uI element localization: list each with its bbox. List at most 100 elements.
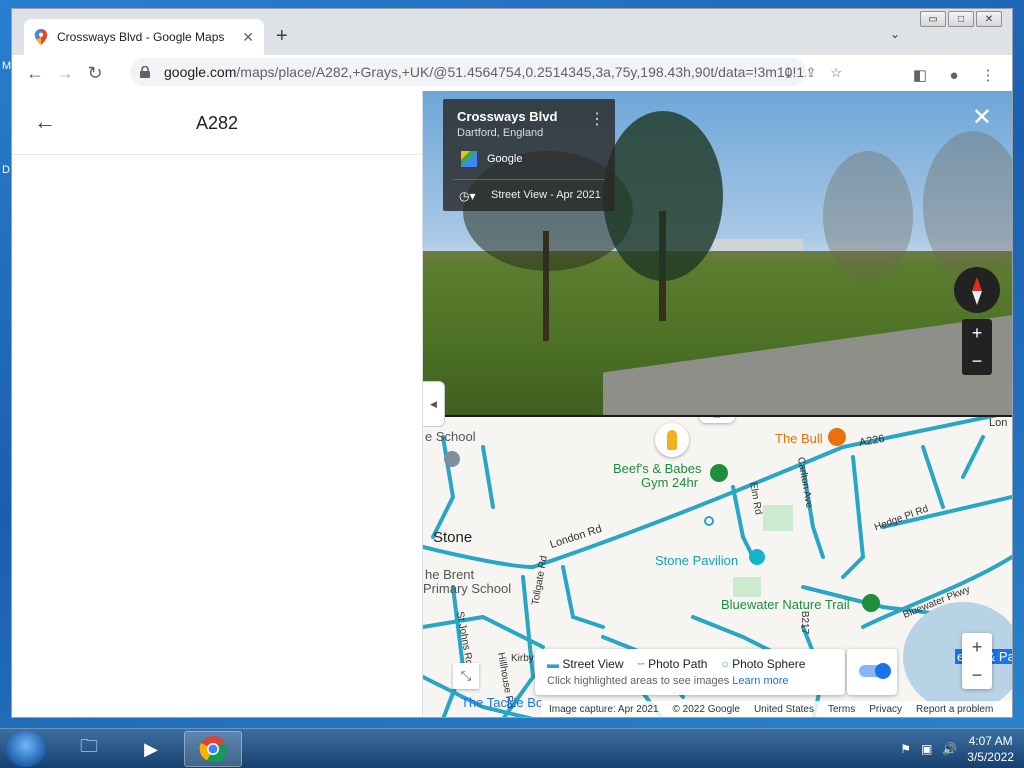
photo-sphere-marker[interactable] bbox=[704, 516, 714, 526]
history-clock-icon[interactable]: ◷▾ bbox=[459, 189, 476, 203]
new-tab-button[interactable]: + bbox=[276, 25, 288, 48]
reload-icon[interactable]: ↻ bbox=[80, 58, 110, 88]
map-label-the-bull[interactable]: The Bull bbox=[775, 431, 823, 446]
chrome-icon bbox=[199, 736, 227, 763]
street-view-panel[interactable]: Crossways Blvd Dartford, England ⋮ Googl… bbox=[423, 91, 1012, 415]
forward-arrow-icon[interactable]: → bbox=[50, 58, 80, 88]
desktop-icon-label[interactable]: D bbox=[2, 164, 10, 176]
profile-avatar-icon[interactable]: ● bbox=[942, 60, 966, 90]
map-label-lon: Lon bbox=[989, 417, 1008, 429]
maximize-button[interactable]: □ bbox=[948, 11, 974, 27]
legend-label: Photo Sphere bbox=[732, 657, 806, 671]
map-label-stone-pavilion[interactable]: Stone Pavilion bbox=[655, 553, 738, 568]
learn-more-link[interactable]: Learn more bbox=[732, 675, 788, 687]
zoom-in-button[interactable]: + bbox=[962, 633, 992, 661]
footer-report-link[interactable]: Report a problem bbox=[916, 704, 993, 715]
street-view-layer-toggle[interactable] bbox=[859, 663, 891, 679]
tree bbox=[923, 131, 1012, 281]
footer-terms-link[interactable]: Terms bbox=[828, 704, 855, 715]
trail-pin-icon[interactable] bbox=[862, 594, 880, 612]
compass-icon[interactable] bbox=[954, 267, 1000, 313]
back-arrow-icon[interactable]: ← bbox=[20, 58, 50, 88]
media-player-icon[interactable]: ▶ bbox=[122, 731, 180, 767]
pegman-icon[interactable] bbox=[655, 423, 689, 457]
tree bbox=[603, 111, 723, 281]
clock-time: 4:07 AM bbox=[968, 734, 1013, 748]
place-location: Dartford, England bbox=[457, 127, 544, 139]
url-text: google.com/maps/place/A282,+Grays,+UK/@5… bbox=[164, 64, 806, 80]
minimize-button[interactable]: ▭ bbox=[920, 11, 946, 27]
map-label-primary-school[interactable]: Primary School bbox=[423, 581, 511, 596]
tab-search-chevron-icon[interactable]: ⌄ bbox=[890, 27, 900, 41]
road bbox=[921, 445, 945, 509]
circle-swatch: ○ bbox=[721, 657, 729, 671]
bar-pin-icon[interactable] bbox=[828, 428, 846, 446]
tab-close-icon[interactable]: ✕ bbox=[242, 29, 254, 46]
map-panel[interactable]: ═ e School The Bull A226 Lon Beef's & Ba… bbox=[423, 415, 1012, 717]
road bbox=[423, 614, 545, 649]
gym-pin-icon[interactable] bbox=[710, 464, 728, 482]
map-label-bluewater-trail[interactable]: Bluewater Nature Trail bbox=[721, 597, 850, 612]
legend-items: ▬ Street View ╌ Photo Path ○ Photo Spher… bbox=[547, 657, 805, 671]
collapse-map-icon[interactable]: ⤡ bbox=[453, 663, 479, 689]
legend-label: Street View bbox=[562, 657, 624, 671]
street-view-toggle-box bbox=[847, 649, 897, 695]
road bbox=[481, 445, 495, 509]
share-icon[interactable]: ⇪ bbox=[805, 65, 816, 81]
address-bar[interactable]: google.com/maps/place/A282,+Grays,+UK/@5… bbox=[130, 58, 806, 86]
place-panel-header: ← A282 bbox=[12, 91, 422, 155]
map-label-brent[interactable]: he Brent bbox=[425, 567, 474, 582]
street-view-zoom-control: + − bbox=[962, 319, 992, 375]
more-options-icon[interactable]: ⋮ bbox=[589, 109, 605, 129]
map-zoom-control: + − bbox=[962, 633, 992, 689]
browser-window: Crossways Blvd - Google Maps ✕ + ⌄ ▭ □ ✕… bbox=[11, 8, 1013, 718]
maps-pin-icon bbox=[34, 29, 48, 45]
toolbar-right: ◧ ● ⋮ bbox=[908, 60, 1000, 90]
dashed-line-swatch: ╌ bbox=[637, 657, 645, 671]
footer-privacy-link[interactable]: Privacy bbox=[869, 704, 902, 715]
close-icon[interactable]: ✕ bbox=[972, 103, 992, 132]
network-icon[interactable]: ▣ bbox=[921, 742, 932, 756]
map-label-beefs[interactable]: Beef's & Babes bbox=[613, 461, 701, 476]
road bbox=[561, 565, 605, 629]
install-icon[interactable]: ⤓ bbox=[786, 65, 792, 81]
kebab-menu-icon[interactable]: ⋮ bbox=[976, 60, 1000, 90]
omnibox-actions: ⤓ ⇪ ☆ bbox=[786, 65, 842, 81]
collapse-panel-button[interactable]: ◀ bbox=[423, 381, 445, 427]
footer-region[interactable]: United States bbox=[754, 704, 814, 715]
road bbox=[841, 455, 866, 579]
start-button[interactable] bbox=[6, 731, 46, 767]
browser-toolbar: ← → ↻ google.com/maps/place/A282,+Grays,… bbox=[12, 55, 1012, 91]
lock-icon bbox=[140, 66, 150, 78]
flag-icon[interactable]: ⚑ bbox=[900, 742, 911, 756]
side-panel-icon[interactable]: ◧ bbox=[908, 60, 932, 90]
zoom-in-button[interactable]: + bbox=[962, 319, 992, 347]
zoom-out-button[interactable]: − bbox=[962, 347, 992, 375]
school-icon[interactable] bbox=[444, 451, 460, 467]
road bbox=[423, 545, 535, 569]
split-drag-handle[interactable]: ═ bbox=[699, 417, 735, 423]
street-view-layer-legend: ▬ Street View ╌ Photo Path ○ Photo Spher… bbox=[535, 649, 845, 695]
volume-icon[interactable]: 🔊 bbox=[942, 742, 957, 756]
map-label-school[interactable]: e School bbox=[425, 429, 476, 444]
map-label-gym[interactable]: Gym 24hr bbox=[641, 475, 698, 490]
footer-copyright: © 2022 Google bbox=[672, 703, 740, 715]
legend-photo-path: ╌ Photo Path bbox=[638, 657, 708, 671]
bookmark-star-icon[interactable]: ☆ bbox=[830, 65, 842, 81]
file-explorer-icon[interactable]: 🗀 bbox=[60, 731, 118, 767]
pavilion-pin-icon[interactable] bbox=[749, 549, 765, 565]
window-controls: ▭ □ ✕ bbox=[920, 11, 1002, 27]
page-title: A282 bbox=[195, 113, 239, 133]
close-window-button[interactable]: ✕ bbox=[976, 11, 1002, 27]
map-label-kirby: Kirby bbox=[511, 653, 534, 664]
chrome-taskbar-icon[interactable] bbox=[184, 731, 242, 767]
url-host: google.com bbox=[164, 64, 237, 80]
taskbar: 🗀 ▶ ⚑ ▣ 🔊 4:07 AM 3/5/2022 bbox=[0, 728, 1024, 768]
map-label-tackle[interactable]: The Tackle Bo bbox=[461, 695, 543, 710]
system-clock[interactable]: 4:07 AM 3/5/2022 bbox=[967, 733, 1014, 765]
zoom-out-button[interactable]: − bbox=[962, 661, 992, 689]
compass-south bbox=[972, 291, 982, 305]
tab-google-maps[interactable]: Crossways Blvd - Google Maps ✕ bbox=[24, 19, 264, 55]
desktop-icon-label[interactable]: M bbox=[2, 60, 11, 72]
map-label-b217: B217 bbox=[799, 610, 811, 635]
